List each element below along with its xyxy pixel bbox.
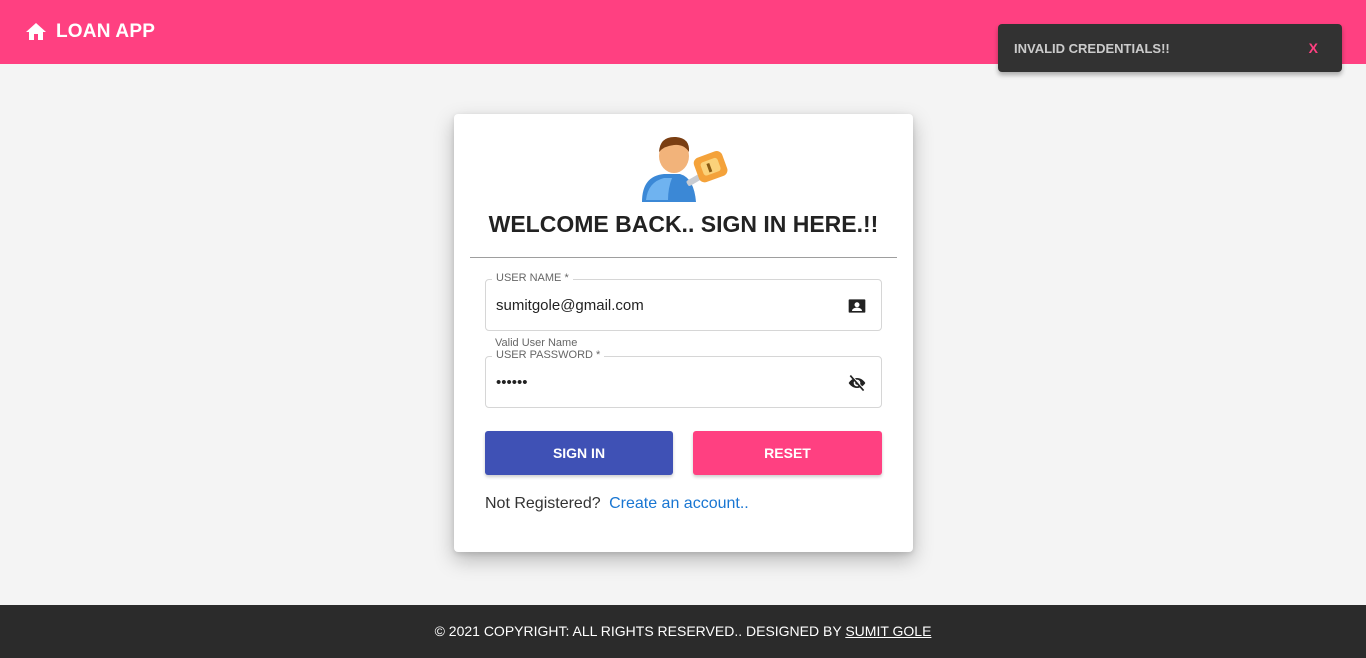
toast-message: INVALID CREDENTIALS!!: [1014, 40, 1170, 56]
home-link[interactable]: LOAN APP: [24, 20, 155, 44]
error-toast: INVALID CREDENTIALS!! X: [998, 24, 1342, 72]
copyright-text: © 2021 COPYRIGHT: ALL RIGHTS RESERVED.. …: [434, 623, 842, 639]
register-prompt: Not Registered? Create an account..: [485, 495, 749, 513]
password-field: USER PASSWORD *: [485, 349, 882, 408]
divider: [470, 257, 897, 258]
contact-card-icon: [848, 299, 866, 313]
create-account-link[interactable]: Create an account..: [609, 495, 749, 512]
sign-in-button[interactable]: SIGN IN: [485, 431, 673, 475]
password-label: USER PASSWORD *: [492, 349, 605, 361]
username-label: USER NAME *: [492, 272, 573, 284]
author-link[interactable]: SUMIT GOLE: [845, 623, 931, 639]
welcome-heading: WELCOME BACK.. SIGN IN HERE.!!: [488, 211, 879, 237]
username-hint: Valid User Name: [495, 337, 578, 349]
username-field: USER NAME *: [485, 272, 882, 331]
user-key-icon: [642, 136, 728, 202]
username-input[interactable]: [496, 297, 826, 314]
login-card: WELCOME BACK.. SIGN IN HERE.!! USER NAME…: [454, 114, 913, 552]
footer: © 2021 COPYRIGHT: ALL RIGHTS RESERVED.. …: [0, 605, 1366, 658]
reset-button[interactable]: RESET: [693, 431, 882, 475]
password-input[interactable]: [496, 374, 826, 391]
home-icon: [26, 23, 46, 40]
eye-off-icon[interactable]: [847, 373, 867, 393]
app-title: LOAN APP: [56, 21, 156, 42]
register-text: Not Registered?: [485, 495, 601, 512]
toast-close-button[interactable]: X: [1309, 40, 1318, 56]
